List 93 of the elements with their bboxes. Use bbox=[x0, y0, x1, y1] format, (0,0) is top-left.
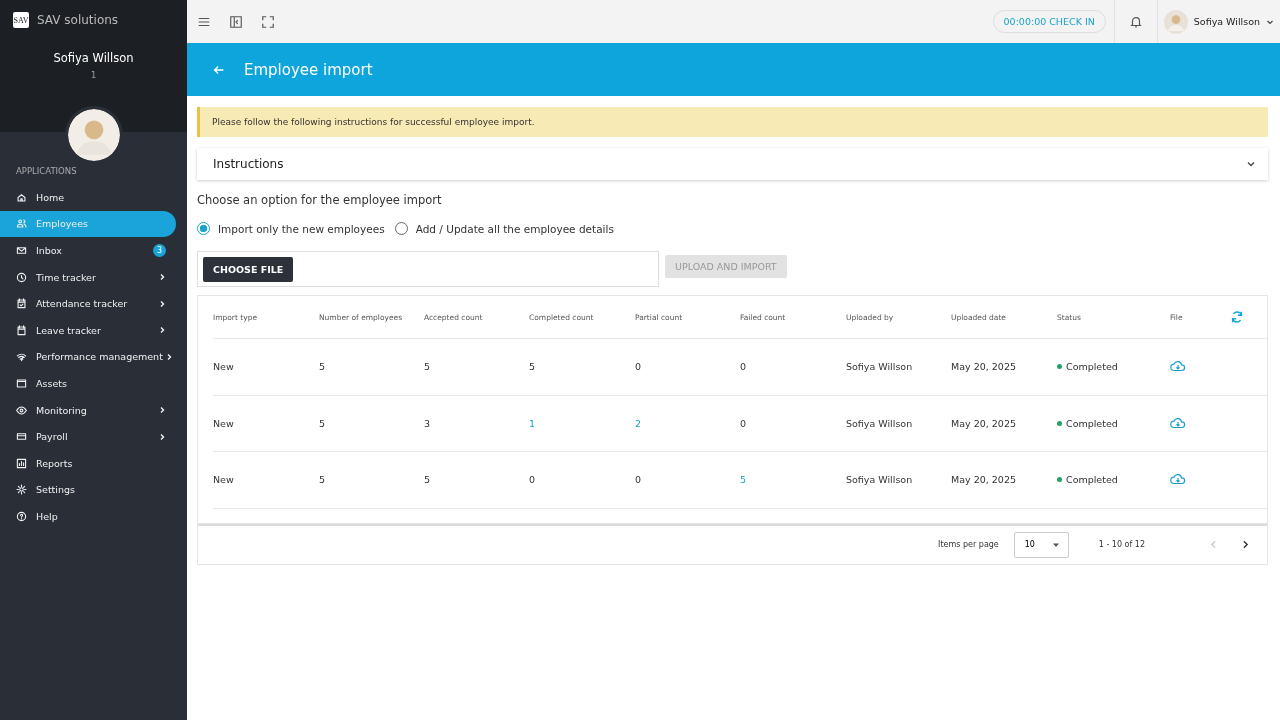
table-cell-text: 5 bbox=[319, 474, 327, 486]
file-field[interactable]: CHOOSE FILE bbox=[197, 251, 659, 287]
eye-icon bbox=[16, 404, 27, 416]
status-dot bbox=[1057, 477, 1062, 483]
cloud-download-icon[interactable] bbox=[1170, 473, 1186, 487]
nav-item[interactable]: Payroll bbox=[0, 423, 176, 450]
nav-label: Time tracker bbox=[36, 271, 97, 283]
table-cell-text: May 20, 2025 bbox=[951, 474, 1017, 486]
brand-name: SAV solutions bbox=[37, 13, 119, 27]
table-cell-text: 0 bbox=[635, 361, 643, 373]
notice-banner: Please follow the following instructions for successful employee import. bbox=[197, 107, 1268, 137]
radio-option[interactable]: Import only the new employees bbox=[197, 222, 385, 235]
profile-name: Sofiya Willson bbox=[53, 51, 134, 65]
nav-label: Performance management bbox=[36, 351, 163, 363]
page-size-select[interactable]: 10 bbox=[1013, 531, 1069, 558]
table-cell-text: 5 bbox=[424, 474, 432, 486]
nav-label: Settings bbox=[36, 484, 76, 496]
status-text: Completed bbox=[1066, 417, 1118, 429]
page-title: Employee import bbox=[244, 60, 373, 79]
table-cell-text: 3 bbox=[424, 417, 432, 429]
radio-button[interactable] bbox=[197, 222, 210, 235]
nav-item[interactable]: Performance management bbox=[0, 343, 176, 371]
mail-icon bbox=[16, 245, 27, 256]
table-cell-text: 5 bbox=[319, 361, 327, 373]
table-cell-text: 5 bbox=[319, 417, 327, 429]
brand-logo: SAV bbox=[13, 12, 29, 28]
cloud-download-icon[interactable] bbox=[1170, 360, 1186, 374]
help-icon bbox=[16, 510, 27, 522]
choose-file-button[interactable]: CHOOSE FILE bbox=[203, 256, 294, 282]
table-cell-text: Sofiya Willson bbox=[846, 361, 914, 373]
table-cell-text: Sofiya Willson bbox=[846, 417, 914, 429]
nav-item[interactable]: Leave tracker bbox=[0, 316, 176, 344]
fullscreen-icon[interactable] bbox=[261, 14, 275, 29]
refresh-icon[interactable] bbox=[1230, 310, 1244, 324]
status-dot bbox=[1057, 420, 1062, 426]
status-dot bbox=[1057, 364, 1062, 370]
nav-label: Assets bbox=[36, 377, 68, 389]
cloud-download-icon[interactable] bbox=[1170, 416, 1186, 430]
section-label: APPLICATIONS bbox=[15, 166, 78, 178]
nav-label: Help bbox=[36, 510, 59, 522]
nav-item[interactable]: Attendance tracker bbox=[0, 290, 176, 317]
user-avatar[interactable] bbox=[1163, 9, 1188, 34]
signal-icon bbox=[16, 351, 27, 363]
radio-option[interactable]: Add / Update all the employee details bbox=[394, 222, 614, 235]
table-cell-text: New bbox=[213, 361, 235, 373]
sidebar-toggle-icon[interactable] bbox=[229, 14, 243, 29]
nav-item[interactable]: Time tracker bbox=[0, 263, 176, 291]
user-name[interactable]: Sofiya Willson bbox=[1193, 16, 1260, 27]
nav-item[interactable]: Assets bbox=[0, 370, 176, 397]
nav-label: Employees bbox=[36, 218, 89, 230]
table-cell-text: May 20, 2025 bbox=[951, 361, 1017, 373]
nav-label: Leave tracker bbox=[36, 324, 102, 336]
table-cell-text: 0 bbox=[740, 361, 748, 373]
page-range: 1 - 10 of 12 bbox=[1098, 540, 1145, 550]
calcheck-icon bbox=[16, 298, 27, 310]
nav-item[interactable]: Monitoring bbox=[0, 396, 176, 424]
table-cell-text: New bbox=[213, 474, 235, 486]
nav-label: Reports bbox=[36, 457, 74, 469]
table-cell-text: Sofiya Willson bbox=[846, 474, 914, 486]
home-icon bbox=[16, 191, 27, 203]
nav-item[interactable]: Inbox 3 bbox=[0, 237, 176, 264]
table-cell-text: 5 bbox=[529, 361, 537, 373]
items-per-page-label: Items per page bbox=[938, 540, 999, 550]
clock-icon bbox=[16, 271, 27, 283]
table-cell-text: May 20, 2025 bbox=[951, 417, 1017, 429]
nav-item[interactable]: Help bbox=[0, 503, 176, 530]
table-cell-text: 5 bbox=[424, 361, 432, 373]
table-cell-text: 0 bbox=[740, 417, 748, 429]
nav-label: Monitoring bbox=[36, 404, 88, 416]
nav-item[interactable]: Home bbox=[0, 184, 176, 211]
nav-label: Home bbox=[36, 191, 66, 203]
nav-item[interactable]: Reports bbox=[0, 449, 176, 477]
status-text: Completed bbox=[1066, 361, 1118, 373]
count-badge: 3 bbox=[153, 244, 166, 257]
card-icon bbox=[16, 431, 27, 443]
avatar bbox=[64, 106, 123, 164]
nav-label: Payroll bbox=[36, 431, 69, 443]
table-cell-text: New bbox=[213, 417, 235, 429]
status-text: Completed bbox=[1066, 474, 1118, 486]
option-prompt: Choose an option for the employee import bbox=[197, 193, 443, 207]
table-cell-text: 0 bbox=[635, 474, 643, 486]
bell-icon[interactable] bbox=[1128, 14, 1143, 29]
chevron-icon bbox=[1246, 159, 1256, 169]
nav-label: Attendance tracker bbox=[36, 298, 129, 310]
people-icon bbox=[16, 218, 27, 230]
profile-id: 1 bbox=[90, 70, 97, 80]
instructions-panel[interactable]: Instructions bbox=[197, 148, 1268, 180]
window-icon bbox=[16, 377, 27, 389]
nav-item[interactable]: Settings bbox=[0, 476, 176, 504]
calendar-icon bbox=[16, 324, 27, 336]
table-cell-text: 0 bbox=[529, 474, 537, 486]
chart-icon bbox=[16, 457, 27, 469]
nav-label: Inbox bbox=[36, 245, 63, 256]
